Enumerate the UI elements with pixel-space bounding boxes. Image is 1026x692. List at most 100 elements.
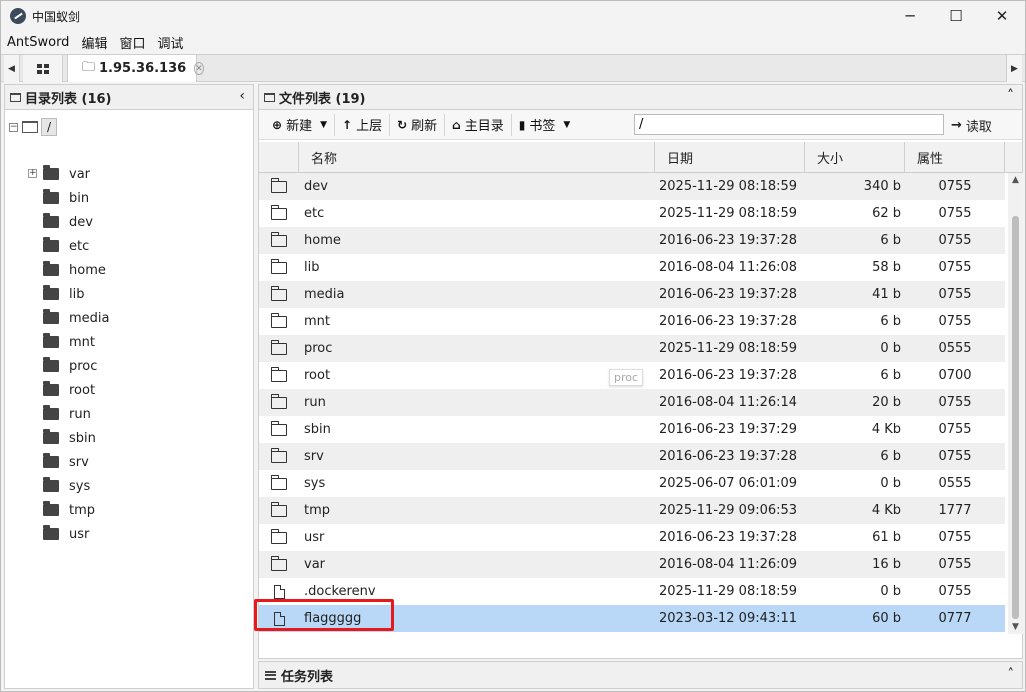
folder-outline-icon: 🗀 [82,59,96,75]
scroll-thumb[interactable] [1012,216,1019,619]
tree-item-bin[interactable]: bin [25,186,89,210]
collapse-left-icon[interactable]: ‹ [239,88,245,104]
home-dir-label: 主目录 [464,119,504,134]
file-date: 2016-06-23 19:37:28 [659,530,798,545]
file-list-scrollbar[interactable]: ▲ ▼ [1008,173,1023,634]
tree-item-etc[interactable]: etc [25,234,89,258]
file-row[interactable]: sbin 2016-06-23 19:37:29 4 Kb 0755 [259,416,1005,443]
file-row[interactable]: linuxrc2016-06-23 08:49:40786.16 Kb0755 [259,632,1005,634]
menu-debug[interactable]: 调试 [151,33,189,52]
home-dir-button[interactable]: ⌂ 主目录 [445,113,512,136]
row-icon-cell [259,308,299,335]
tab-close-icon[interactable]: ✕ [194,62,204,75]
file-name: proc [304,341,333,356]
plus-circle-icon: ⊕ [272,117,283,132]
scroll-up-icon[interactable]: ▲ [1008,173,1023,187]
file-row[interactable]: run 2016-08-04 11:26:14 20 b 0755 [259,389,1005,416]
tab-shell-session[interactable]: 🗀 1.95.36.136 ✕ [67,55,204,82]
file-perm: 0755 [938,287,972,302]
app-window: 中国蚁剑 ─ ☐ ✕ AntSword 编辑 窗口 调试 ◀ 🗀 1.95.36… [0,0,1026,692]
file-name: var [304,557,326,572]
minimize-button[interactable]: ─ [887,1,933,31]
tree-root[interactable]: − / [9,118,58,136]
up-level-button[interactable]: ↑ 上层 [335,113,391,136]
file-row[interactable]: etc 2025-11-29 08:18:59 62 b 0755 [259,200,1005,227]
file-size: 60 b [872,611,901,626]
tree-item-proc[interactable]: proc [25,354,97,378]
menu-window[interactable]: 窗口 [113,33,151,52]
path-input[interactable] [634,114,944,135]
tree-item-var[interactable]: + var [25,162,90,186]
tree-item-lib[interactable]: lib [25,282,84,306]
date-column-header[interactable]: 日期 [655,142,805,172]
read-label: 读取 [965,119,992,135]
maximize-button[interactable]: ☐ [933,1,979,31]
scroll-down-icon[interactable]: ▼ [1008,620,1023,634]
collapse-up-icon[interactable]: ˄ [1007,88,1014,104]
folder-outline-icon [271,258,287,274]
file-name: run [304,395,326,410]
tree-item-media[interactable]: media [25,306,110,330]
file-row[interactable]: tmp 2025-11-29 09:06:53 4 Kb 1777 [259,497,1005,524]
menu-bar: AntSword 编辑 窗口 调试 [1,31,1025,53]
file-size: 4 Kb [871,422,901,437]
expand-toggle-icon[interactable]: + [28,169,37,178]
file-row[interactable]: lib 2016-08-04 11:26:08 58 b 0755 [259,254,1005,281]
bookmark-button[interactable]: ▮ 书签 ▼ [512,114,578,136]
task-list-panel[interactable]: 任务列表 ˄ [258,661,1023,689]
close-window-button[interactable]: ✕ [979,1,1025,31]
tree-item-tmp[interactable]: tmp [25,498,95,522]
tree-item-label: run [69,406,91,422]
file-row[interactable]: usr 2016-06-23 19:37:28 61 b 0755 [259,524,1005,551]
file-row[interactable]: dev 2025-11-29 08:18:59 340 b 0755 [259,173,1005,200]
name-column-header[interactable]: 名称 [299,142,655,172]
file-size: 6 b [880,368,901,383]
file-date: 2025-11-29 08:18:59 [659,179,798,194]
folder-outline-icon [264,92,275,102]
tree-item-mnt[interactable]: mnt [25,330,95,354]
read-path-button[interactable]: → 读取 [951,114,992,136]
tree-item-home[interactable]: home [25,258,106,282]
collapse-toggle-icon[interactable]: − [9,122,18,132]
file-name: tmp [304,503,331,518]
menu-antsword[interactable]: AntSword [1,35,75,50]
file-row[interactable]: proc 2025-11-29 08:18:59 0 b 0555 [259,335,1005,362]
row-icon-cell [259,335,299,362]
file-toolbar: ⊕ 新建 ▼ ↑ 上层 ↻ 刷新 ⌂ 主目录 ▮ 书签 ▼ / → 读取 [259,110,1022,140]
tree-item-root[interactable]: root [25,378,95,402]
file-row[interactable]: var 2016-08-04 11:26:09 16 b 0755 [259,551,1005,578]
tree-item-usr[interactable]: usr [25,522,89,546]
tree-item-srv[interactable]: srv [25,450,89,474]
file-row[interactable]: sys 2025-06-07 06:01:09 0 b 0555 [259,470,1005,497]
tab-scroll-left-button[interactable]: ◀ [4,55,20,82]
file-perm: 0755 [938,584,972,599]
expand-up-icon[interactable]: ˄ [1008,667,1015,682]
new-button[interactable]: ⊕ 新建 ▼ [265,113,335,136]
file-perm: 1777 [938,503,972,518]
directory-panel-title: 目录列表 (16) [25,91,112,107]
file-date: 2016-08-04 11:26:08 [659,260,798,275]
tree-item-dev[interactable]: dev [25,210,93,234]
file-perm: 0755 [938,395,972,410]
size-column-header[interactable]: 大小 [805,142,905,172]
tab-home[interactable] [23,55,63,82]
folder-outline-icon [271,285,287,301]
folder-icon [43,381,59,396]
refresh-button[interactable]: ↻ 刷新 [390,113,446,136]
directory-panel-header: 目录列表 (16) ‹ [5,85,253,110]
menu-edit[interactable]: 编辑 [75,33,113,52]
folder-outline-icon [271,420,287,436]
tab-bar: ◀ 🗀 1.95.36.136 ✕ ▶ [1,54,1025,82]
file-row[interactable]: home 2016-06-23 19:37:28 6 b 0755 [259,227,1005,254]
folder-icon [43,405,59,420]
tree-item-sys[interactable]: sys [25,474,90,498]
tab-scroll-right-button[interactable]: ▶ [1006,55,1022,82]
tree-item-run[interactable]: run [25,402,91,426]
file-row[interactable]: mnt 2016-06-23 19:37:28 6 b 0755 [259,308,1005,335]
tree-item-label: sys [69,478,91,494]
bookmark-icon: ▮ [518,117,526,132]
file-row[interactable]: media 2016-06-23 19:37:28 41 b 0755 [259,281,1005,308]
tree-item-sbin[interactable]: sbin [25,426,96,450]
perm-column-header[interactable]: 属性 [905,142,1005,172]
file-row[interactable]: srv 2016-06-23 19:37:28 6 b 0755 [259,443,1005,470]
